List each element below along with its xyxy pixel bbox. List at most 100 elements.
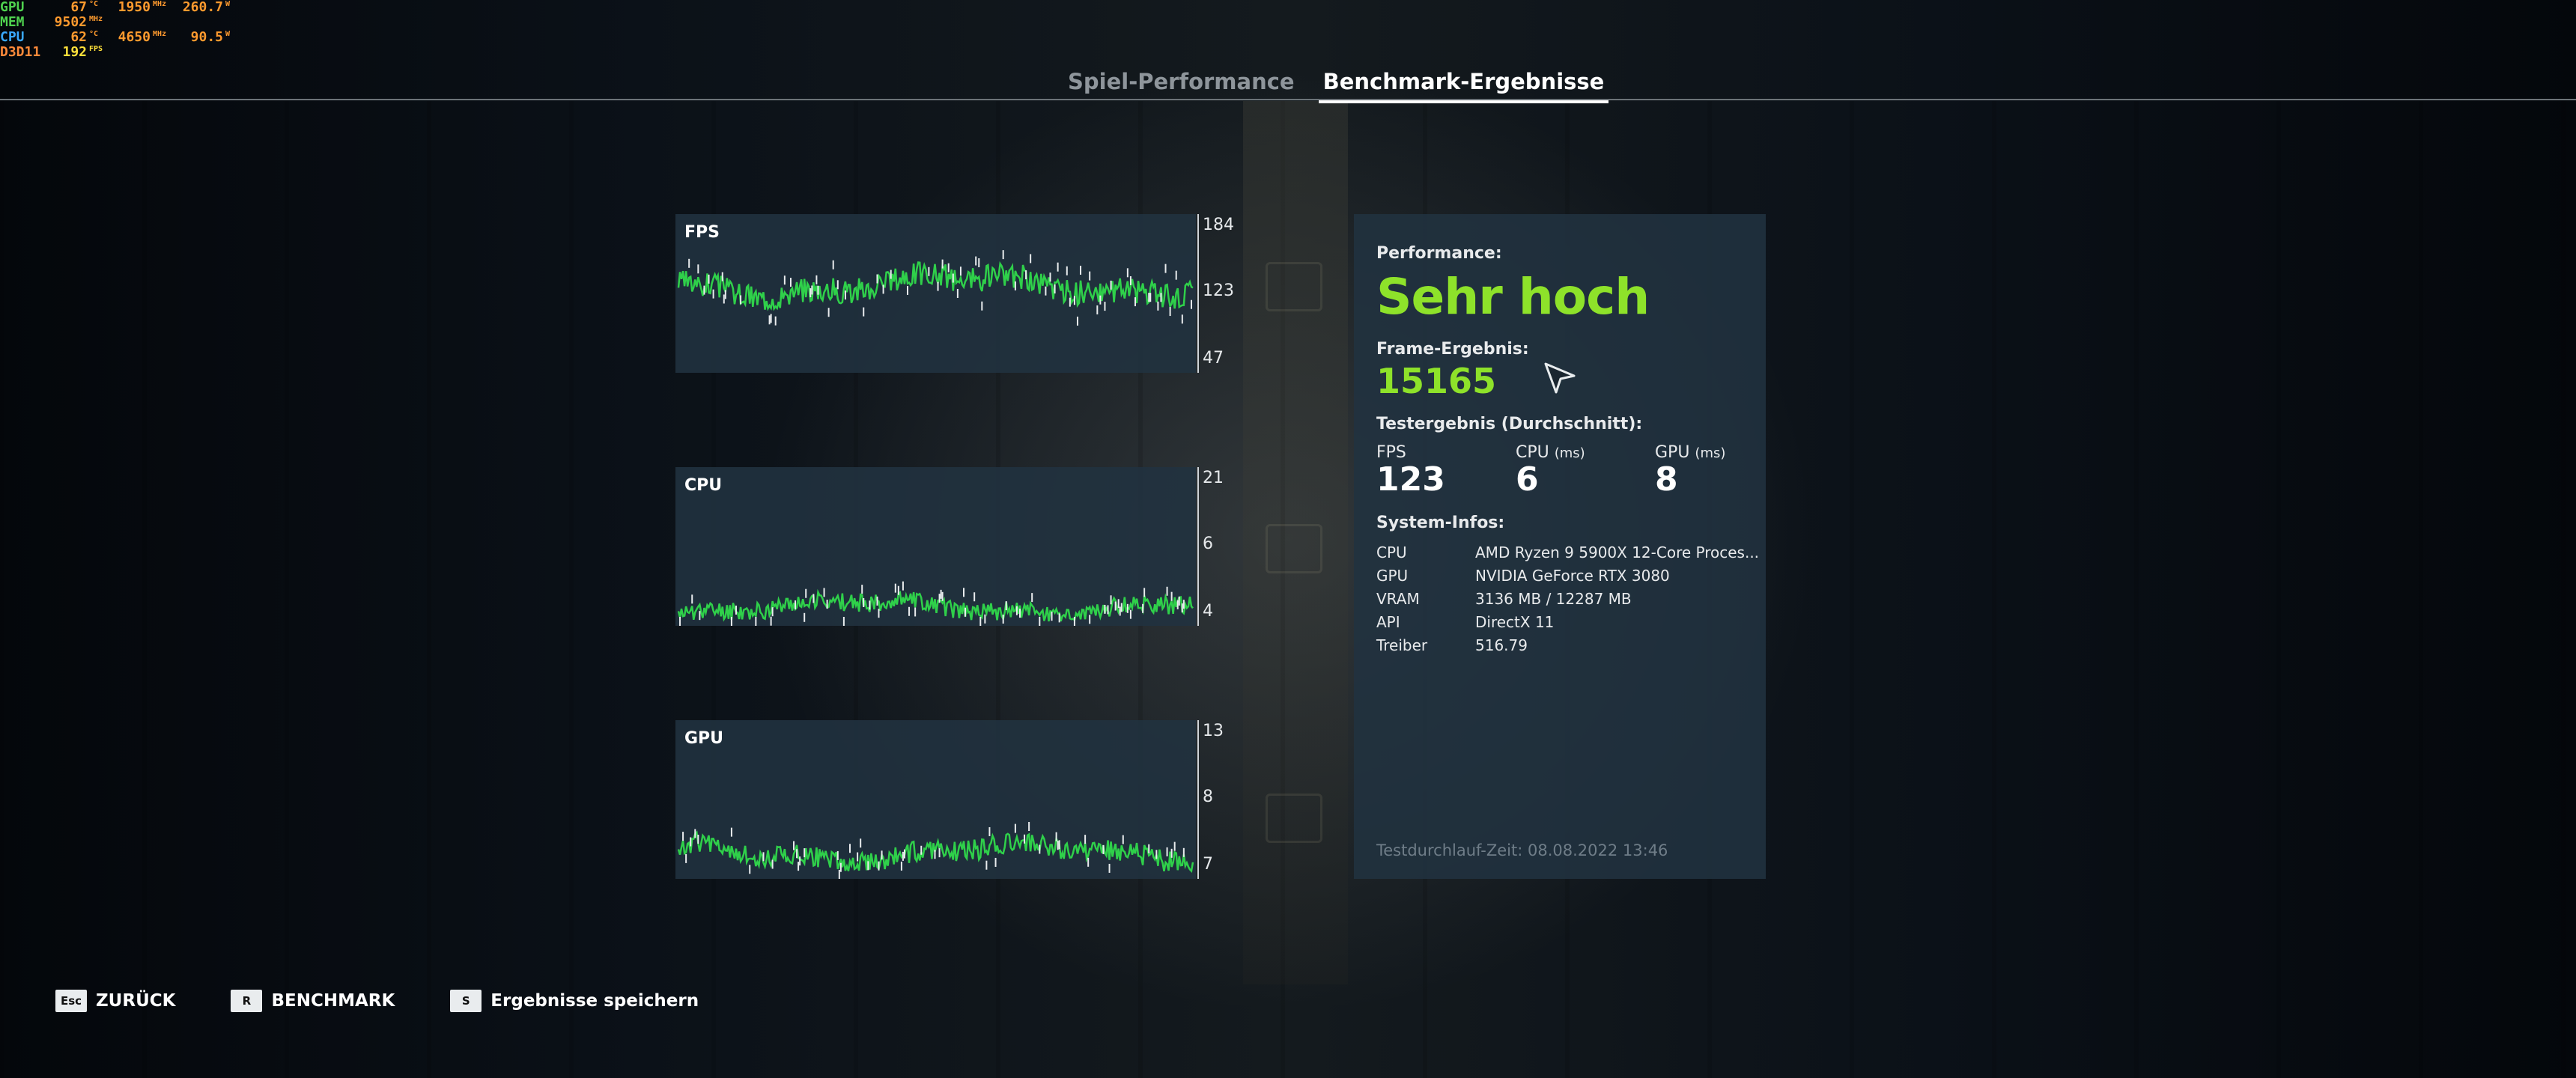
stat-label: GPU (ms)	[1655, 443, 1725, 462]
graph-title: GPU	[684, 729, 724, 748]
system-info-list: CPU AMD Ryzen 9 5900X 12-Core Proces... G…	[1376, 543, 1759, 660]
hud-row-gpu: GPU 67 °C 1950 MHz 260.7 W	[0, 0, 239, 15]
esc-key-icon: Esc	[55, 990, 87, 1012]
system-info-key: VRAM	[1376, 590, 1420, 608]
graph-title: CPU	[684, 476, 723, 495]
hud-label: MEM	[0, 14, 25, 30]
performance-label: Performance:	[1376, 244, 1502, 263]
stat-unit: (ms)	[1554, 445, 1585, 461]
hud-value: 260.7	[182, 0, 223, 15]
hud-value: 67	[70, 0, 87, 15]
performance-rating: Sehr hoch	[1376, 268, 1650, 326]
stat-label: CPU (ms)	[1516, 443, 1585, 462]
graph-title: FPS	[684, 223, 720, 242]
mouse-cursor-icon	[1544, 362, 1576, 394]
hieroglyph-decoration	[1266, 262, 1322, 311]
hud-value: 4650	[118, 29, 151, 45]
hud-unit: °C	[89, 0, 99, 8]
hud-value: 1950	[118, 0, 151, 15]
frame-trace-line	[677, 261, 1194, 311]
stat-value: 123	[1376, 460, 1445, 499]
performance-overlay: GPU 67 °C 1950 MHz 260.7 W MEM 9502 MHz …	[0, 0, 239, 60]
y-axis-avg: 8	[1203, 788, 1213, 806]
system-info-row: VRAM 3136 MB / 12287 MB	[1376, 590, 1759, 613]
stat-value: 8	[1655, 460, 1678, 499]
hud-value: 62	[70, 29, 87, 45]
y-axis-max: 184	[1203, 216, 1234, 234]
y-axis-min: 7	[1203, 855, 1213, 874]
system-info-row: CPU AMD Ryzen 9 5900X 12-Core Proces...	[1376, 543, 1759, 567]
system-info-value: AMD Ryzen 9 5900X 12-Core Proces...	[1475, 543, 1760, 561]
stat-value: 6	[1516, 460, 1539, 499]
hud-unit: MHz	[89, 15, 103, 23]
hud-value: 90.5	[190, 29, 223, 45]
hud-label: GPU	[0, 0, 25, 15]
save-results-button[interactable]: S Ergebnisse speichern	[450, 990, 699, 1012]
system-info-value: 3136 MB / 12287 MB	[1475, 590, 1632, 608]
hud-value: 9502	[54, 14, 87, 30]
s-key-icon: S	[450, 990, 482, 1012]
system-info-row: GPU NVIDIA GeForce RTX 3080	[1376, 567, 1759, 590]
stat-gpu: GPU (ms) 8	[1655, 443, 1725, 499]
y-axis-max: 21	[1203, 469, 1224, 487]
gpu-graph-plot	[677, 822, 1194, 879]
stat-label: FPS	[1376, 443, 1445, 462]
back-button[interactable]: Esc ZURÜCK	[55, 990, 175, 1012]
benchmark-button[interactable]: R BENCHMARK	[231, 990, 395, 1012]
hud-row-mem: MEM 9502 MHz	[0, 15, 239, 30]
system-info-key: CPU	[1376, 543, 1407, 561]
system-info-row: Treiber 516.79	[1376, 636, 1759, 660]
y-axis-min: 4	[1203, 602, 1213, 621]
test-run-timestamp: Testdurchlauf-Zeit: 08.08.2022 13:46	[1376, 841, 1668, 859]
fps-graph: FPS 184 123 47	[675, 214, 1239, 373]
system-info-value: NVIDIA GeForce RTX 3080	[1475, 567, 1670, 585]
hud-unit: W	[225, 30, 231, 38]
y-axis-min: 47	[1203, 349, 1224, 368]
hud-unit: FPS	[89, 45, 103, 53]
system-info-label: System-Infos:	[1376, 514, 1505, 532]
frame-score-value: 15165	[1376, 361, 1497, 401]
system-info-key: API	[1376, 613, 1400, 631]
hieroglyph-decoration	[1266, 524, 1322, 573]
stat-name: GPU	[1655, 443, 1690, 462]
stat-name: CPU	[1516, 443, 1549, 462]
hud-unit: MHz	[153, 0, 167, 8]
hud-unit: MHz	[153, 30, 167, 38]
fps-graph-plot	[677, 250, 1194, 326]
system-info-key: GPU	[1376, 567, 1409, 585]
hud-value: 192	[62, 44, 87, 60]
hud-label: D3D11	[0, 44, 41, 60]
key-hints: Esc ZURÜCK R BENCHMARK S Ergebnisse spei…	[55, 990, 754, 1012]
graph-axis	[1197, 720, 1199, 879]
hud-row-d3d11: D3D11 192 FPS	[0, 45, 239, 60]
save-results-label: Ergebnisse speichern	[490, 991, 699, 1011]
graph-axis	[1197, 214, 1199, 373]
graph-axis	[1197, 467, 1199, 626]
test-result-label: Testergebnis (Durchschnitt):	[1376, 415, 1643, 433]
hieroglyph-decoration	[1266, 794, 1322, 843]
cpu-graph-plot	[677, 581, 1194, 626]
y-axis-max: 13	[1203, 722, 1224, 740]
system-info-value: 516.79	[1475, 636, 1528, 654]
system-info-key: Treiber	[1376, 636, 1428, 654]
y-axis-avg: 123	[1203, 281, 1234, 300]
back-label: ZURÜCK	[96, 991, 176, 1011]
tab-benchmark-ergebnisse[interactable]: Benchmark-Ergebnisse	[1318, 66, 1609, 103]
system-info-value: DirectX 11	[1475, 613, 1555, 631]
hud-label: CPU	[0, 29, 25, 45]
stat-cpu: CPU (ms) 6	[1516, 443, 1585, 499]
results-panel: Performance: Sehr hoch Frame-Ergebnis: 1…	[1354, 214, 1766, 879]
hud-unit: W	[225, 0, 231, 8]
tab-divider	[0, 99, 2576, 100]
system-info-row: API DirectX 11	[1376, 613, 1759, 636]
frame-trace-line	[677, 830, 1194, 873]
hud-row-cpu: CPU 62 °C 4650 MHz 90.5 W	[0, 30, 239, 45]
tab-bar: Spiel-Performance Benchmark-Ergebnisse	[1063, 66, 1609, 103]
hud-unit: °C	[89, 30, 99, 38]
benchmark-label: BENCHMARK	[271, 991, 395, 1011]
gpu-graph: GPU 13 8 7	[675, 720, 1239, 879]
r-key-icon: R	[231, 990, 263, 1012]
stat-fps: FPS 123	[1376, 443, 1445, 499]
cpu-graph: CPU 21 6 4	[675, 467, 1239, 626]
tab-spiel-performance[interactable]: Spiel-Performance	[1063, 66, 1299, 103]
